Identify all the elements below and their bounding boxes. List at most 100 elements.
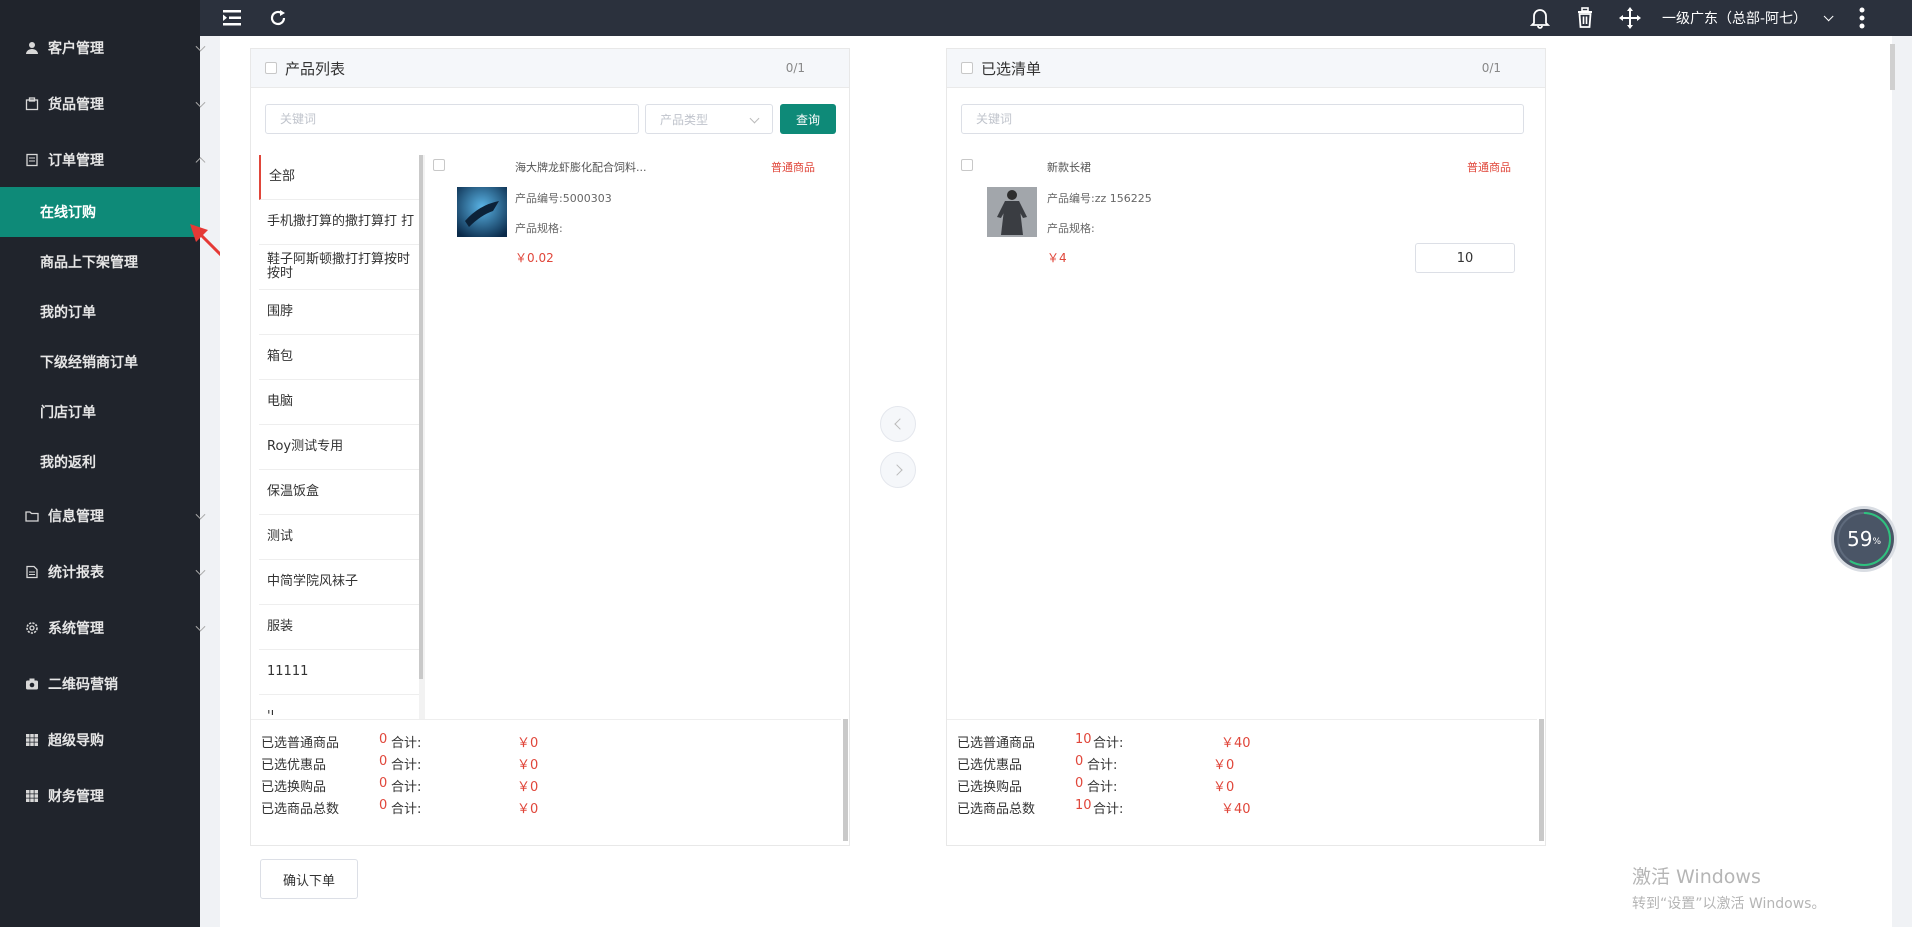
- category-item[interactable]: 电脑: [259, 380, 421, 425]
- summary-row: 已选普通商品 10 合计: ￥40: [957, 732, 1517, 752]
- category-item[interactable]: 测试: [259, 515, 421, 560]
- selected-product-checkbox[interactable]: [961, 159, 973, 171]
- sidebar-item-label: 货品管理: [48, 97, 104, 113]
- keyword-search-input[interactable]: [265, 104, 639, 134]
- summary-total-label: 合计:: [1087, 780, 1118, 795]
- gauge-number: 59: [1846, 527, 1873, 551]
- category-item[interactable]: 全部: [259, 155, 421, 200]
- summary-row: 已选优惠品 0 合计: ￥0: [957, 754, 1517, 774]
- panel-title: 产品列表: [285, 59, 346, 78]
- summary-scrollbar[interactable]: [1539, 719, 1544, 841]
- select-all-checkbox[interactable]: [961, 62, 973, 74]
- user-name: 一级广东（总部-阿七）: [1662, 11, 1808, 27]
- camera-icon: [24, 676, 40, 692]
- selected-keyword-input[interactable]: [961, 104, 1524, 134]
- selection-count: 0/1: [785, 61, 805, 75]
- move-right-button[interactable]: [880, 452, 916, 488]
- chevron-left-icon: [893, 418, 906, 430]
- summary-total: ￥0: [1213, 758, 1235, 773]
- watermark-line2: 转到“设置”以激活 Windows。: [1632, 896, 1826, 912]
- sidebar-subitem-store-orders[interactable]: 门店订单: [0, 387, 200, 437]
- sidebar-item-info[interactable]: 信息管理: [0, 488, 224, 544]
- sidebar-item-reports[interactable]: 统计报表: [0, 544, 224, 600]
- sidebar-item-system[interactable]: 系统管理: [0, 600, 224, 656]
- chevron-down-icon: [195, 621, 206, 632]
- bell-icon[interactable]: [1526, 4, 1554, 32]
- sidebar-subitem-shelf-management[interactable]: 商品上下架管理: [0, 237, 200, 287]
- category-item[interactable]: 中简学院风袜子: [259, 560, 421, 605]
- sidebar-item-finance[interactable]: 财务管理: [0, 768, 224, 824]
- sidebar-item-label: 财务管理: [48, 789, 104, 805]
- product-price: ￥4: [1047, 251, 1067, 265]
- category-item[interactable]: 服装: [259, 605, 421, 650]
- summary-label: 已选普通商品: [957, 736, 1036, 751]
- page-scrollbar[interactable]: [1890, 44, 1895, 90]
- chevron-up-icon: [195, 157, 206, 168]
- move-icon[interactable]: [1616, 4, 1644, 32]
- product-image: [987, 187, 1037, 237]
- summary-total-label: 合计:: [391, 802, 422, 817]
- gauge-unit: %: [1872, 537, 1881, 547]
- menu-collapse-icon[interactable]: [218, 4, 246, 32]
- sidebar-item-goods[interactable]: 货品管理: [0, 76, 224, 132]
- move-left-button[interactable]: [880, 406, 916, 442]
- category-item[interactable]: 鞋子阿斯顿撒打打算按时按时: [259, 245, 421, 290]
- product-list-header: 产品列表 0/1: [251, 49, 849, 88]
- product-code: 产品编号:5000303: [515, 192, 612, 205]
- sidebar-subitem-online-order[interactable]: 在线订购: [0, 187, 200, 237]
- category-item[interactable]: 围脖: [259, 290, 421, 335]
- selection-summary: 已选普通商品 10 合计: ￥40 已选优惠品 0 合计: ￥0 已选换购品 0…: [947, 719, 1537, 848]
- summary-count: 0: [379, 798, 388, 813]
- summary-total-label: 合计:: [1093, 802, 1124, 817]
- refresh-icon[interactable]: [264, 4, 292, 32]
- summary-count: 0: [1075, 776, 1084, 791]
- summary-total-label: 合计:: [391, 736, 422, 751]
- more-vertical-icon[interactable]: [1848, 4, 1876, 32]
- sidebar-item-label: 统计报表: [48, 565, 104, 581]
- summary-label: 已选换购品: [261, 780, 327, 795]
- category-scrollbar[interactable]: [419, 155, 425, 719]
- trash-icon[interactable]: [1571, 4, 1599, 32]
- chevron-down-icon: [195, 41, 206, 52]
- summary-label: 已选优惠品: [261, 758, 327, 773]
- quantity-input[interactable]: 10: [1415, 243, 1515, 273]
- product-tag: 普通商品: [1467, 161, 1511, 174]
- progress-gauge[interactable]: 59%: [1834, 509, 1894, 569]
- select-all-checkbox[interactable]: [265, 62, 277, 74]
- summary-count: 10: [1075, 732, 1092, 747]
- sidebar-subitem-dealer-orders[interactable]: 下级经销商订单: [0, 337, 200, 387]
- category-item[interactable]: 11111: [259, 650, 421, 695]
- confirm-order-button[interactable]: 确认下单: [260, 859, 358, 899]
- summary-scrollbar[interactable]: [843, 719, 848, 841]
- summary-total-label: 合计:: [1093, 736, 1124, 751]
- user-dropdown[interactable]: 一级广东（总部-阿七）: [1662, 0, 1834, 36]
- gauge-value: 59%: [1834, 509, 1894, 569]
- product-type-select[interactable]: 产品类型: [645, 104, 773, 134]
- product-price: ￥0.02: [515, 251, 554, 265]
- sidebar-item-orders[interactable]: 订单管理: [0, 132, 224, 188]
- summary-count: 10: [1075, 798, 1092, 813]
- category-list: 全部 手机撒打算的撒打算打 打 鞋子阿斯顿撒打打算按时按时 围脖 箱包 电脑 R…: [259, 155, 421, 715]
- box-icon: [24, 96, 40, 112]
- sidebar-item-qrcode[interactable]: 二维码营销: [0, 656, 224, 712]
- product-spec: 产品规格:: [515, 222, 563, 235]
- summary-total: ￥0: [517, 736, 539, 751]
- sidebar-subitem-my-orders[interactable]: 我的订单: [0, 287, 200, 337]
- grid-icon: [24, 788, 40, 804]
- category-item[interactable]: 手机撒打算的撒打算打 打: [259, 200, 421, 245]
- category-item[interactable]: 保温饭盒: [259, 470, 421, 515]
- summary-total: ￥0: [517, 758, 539, 773]
- sidebar-subitem-rebates[interactable]: 我的返利: [0, 437, 200, 487]
- category-item[interactable]: 'l: [259, 695, 421, 716]
- chevron-down-icon: [195, 565, 206, 576]
- chevron-down-icon: [195, 509, 206, 520]
- sidebar-item-customer[interactable]: 客户管理: [0, 20, 224, 76]
- gear-icon: [24, 620, 40, 636]
- product-checkbox[interactable]: [433, 159, 445, 171]
- scrollbar-thumb[interactable]: [419, 155, 423, 679]
- category-item[interactable]: 箱包: [259, 335, 421, 380]
- category-item[interactable]: Roy测试专用: [259, 425, 421, 470]
- query-button[interactable]: 查询: [780, 104, 836, 134]
- sidebar-item-guide[interactable]: 超级导购: [0, 712, 224, 768]
- select-placeholder: 产品类型: [660, 112, 709, 127]
